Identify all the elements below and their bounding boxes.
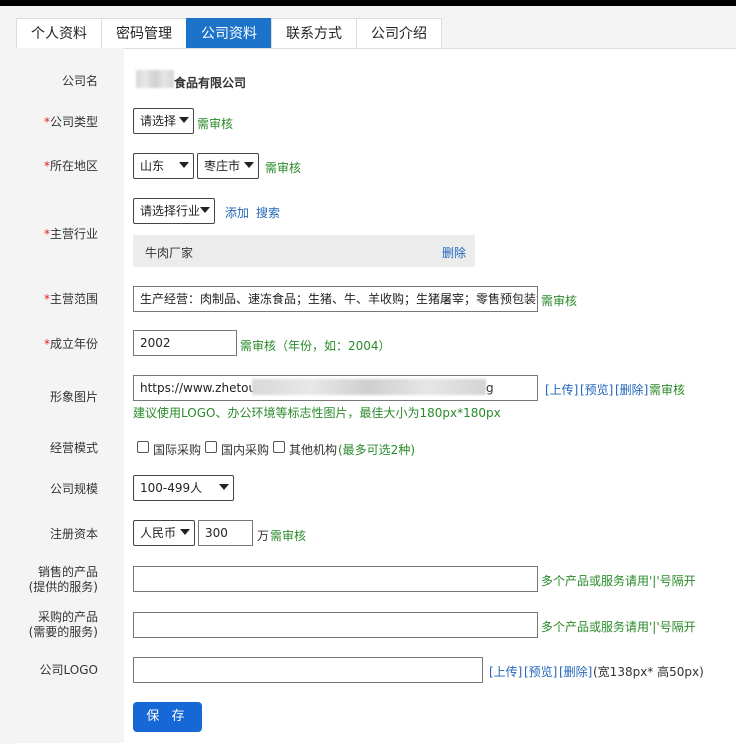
company-type-select[interactable]: 请选择 [133, 108, 194, 134]
scope-input[interactable]: 生产经营：肉制品、速冻食品；生猪、牛、羊收购；生猪屠宰；零售预包装食品（ [133, 286, 538, 312]
industry-selected: 请选择行业 [140, 204, 201, 218]
company-name-label: 公司名 [61, 74, 98, 88]
image-hint: 建议使用LOGO、办公环境等标志性图片，最佳大小为180px*180px [133, 406, 501, 420]
image-preview-link[interactable]: [预览] [580, 381, 613, 398]
image-delete-link[interactable]: [删除] [615, 381, 648, 398]
chevron-down-icon [179, 117, 189, 123]
buy-label: 采购的产品 (需要的服务) [16, 610, 98, 640]
capital-note: 需审核 [270, 529, 307, 543]
capital-label: 注册资本 [49, 527, 98, 541]
buy-label-line1: 采购的产品 [37, 610, 98, 624]
scope-note: 需审核 [541, 294, 578, 308]
founded-label-text: 成立年份 [49, 337, 98, 351]
chevron-down-icon [200, 207, 210, 213]
currency-select[interactable]: 人民币 [133, 520, 195, 546]
founded-label: *成立年份 [16, 337, 98, 352]
option-domestic-label: 国内采购 [221, 443, 270, 457]
add-industry-link[interactable]: 添加 [225, 204, 249, 221]
image-url-start: https://www.zhetouni [140, 381, 268, 395]
redacted-text [136, 70, 174, 88]
region-label-text: 所在地区 [49, 159, 98, 173]
mode-note: (最多可选2种) [338, 443, 415, 457]
sell-label: 销售的产品 (提供的服务) [16, 565, 98, 595]
redacted-url [252, 379, 486, 395]
currency-selected: 人民币 [140, 526, 177, 540]
sell-note: 多个产品或服务请用'|'号隔开 [541, 574, 696, 588]
logo-upload-link[interactable]: [上传] [489, 663, 522, 680]
option-international-label: 国际采购 [153, 443, 202, 457]
region-note: 需审核 [265, 161, 302, 175]
scope-label-text: 主营范围 [49, 292, 98, 306]
checkbox-international[interactable] [137, 441, 149, 453]
industry-item: 牛肉厂家 [145, 246, 194, 260]
logo-label: 公司LOGO [39, 663, 98, 677]
window-top-bar [0, 0, 736, 6]
logo-url-input[interactable] [133, 657, 483, 683]
save-button[interactable]: 保 存 [133, 702, 202, 732]
industry-label: *主营行业 [16, 227, 98, 242]
company-name-value: 食品有限公司 [174, 76, 247, 90]
chevron-down-icon [244, 162, 254, 168]
founded-year-input[interactable]: 2002 [133, 330, 237, 356]
buy-note: 多个产品或服务请用'|'号隔开 [541, 620, 696, 634]
chevron-down-icon [179, 162, 189, 168]
logo-size-note: (宽138px* 高50px) [593, 665, 704, 679]
checkbox-domestic[interactable] [205, 441, 217, 453]
capital-amount-input[interactable]: 300 [198, 520, 253, 546]
province-select[interactable]: 山东 [133, 153, 194, 179]
logo-delete-link[interactable]: [删除] [559, 663, 592, 680]
company-type-label-text: 公司类型 [49, 115, 98, 129]
image-note: 需审核 [649, 383, 686, 397]
tab-personal-info[interactable]: 个人资料 [16, 18, 102, 48]
buy-products-input[interactable] [133, 612, 538, 638]
city-selected: 枣庄市 [204, 159, 241, 173]
sell-label-line1: 销售的产品 [37, 565, 98, 579]
checkbox-other[interactable] [273, 441, 285, 453]
province-selected: 山东 [140, 159, 165, 173]
industry-label-text: 主营行业 [49, 227, 98, 241]
image-url-end: g [486, 381, 494, 395]
logo-preview-link[interactable]: [预览] [524, 663, 557, 680]
tab-company-info[interactable]: 公司资料 [186, 18, 272, 48]
chevron-down-icon [180, 529, 190, 535]
founded-note: 需审核（年份，如：2004） [240, 339, 391, 353]
tab-company-intro[interactable]: 公司介绍 [356, 18, 442, 48]
tab-bar: 个人资料 密码管理 公司资料 联系方式 公司介绍 [16, 18, 442, 48]
chevron-down-icon [219, 484, 229, 490]
scale-select[interactable]: 100-499人 [133, 475, 234, 501]
image-upload-link[interactable]: [上传] [545, 381, 578, 398]
city-select[interactable]: 枣庄市 [197, 153, 259, 179]
capital-unit: 万 [257, 529, 270, 543]
delete-industry-link[interactable]: 删除 [442, 244, 466, 261]
mode-label: 经营模式 [49, 441, 98, 455]
tab-password[interactable]: 密码管理 [101, 18, 187, 48]
sell-label-line2: (提供的服务) [28, 580, 98, 594]
sell-products-input[interactable] [133, 566, 538, 592]
option-other-label: 其他机构 [289, 443, 338, 457]
scale-selected: 100-499人 [140, 481, 203, 495]
industry-select[interactable]: 请选择行业 [133, 198, 215, 224]
region-label: *所在地区 [16, 159, 98, 174]
scope-label: *主营范围 [16, 292, 98, 307]
tab-contact[interactable]: 联系方式 [271, 18, 357, 48]
company-type-selected: 请选择 [140, 114, 177, 128]
buy-label-line2: (需要的服务) [28, 625, 98, 639]
image-label: 形象图片 [49, 390, 98, 404]
search-industry-link[interactable]: 搜索 [256, 204, 280, 221]
scale-label: 公司规模 [49, 482, 98, 496]
company-type-label: *公司类型 [16, 115, 98, 130]
company-type-note: 需审核 [197, 117, 234, 131]
